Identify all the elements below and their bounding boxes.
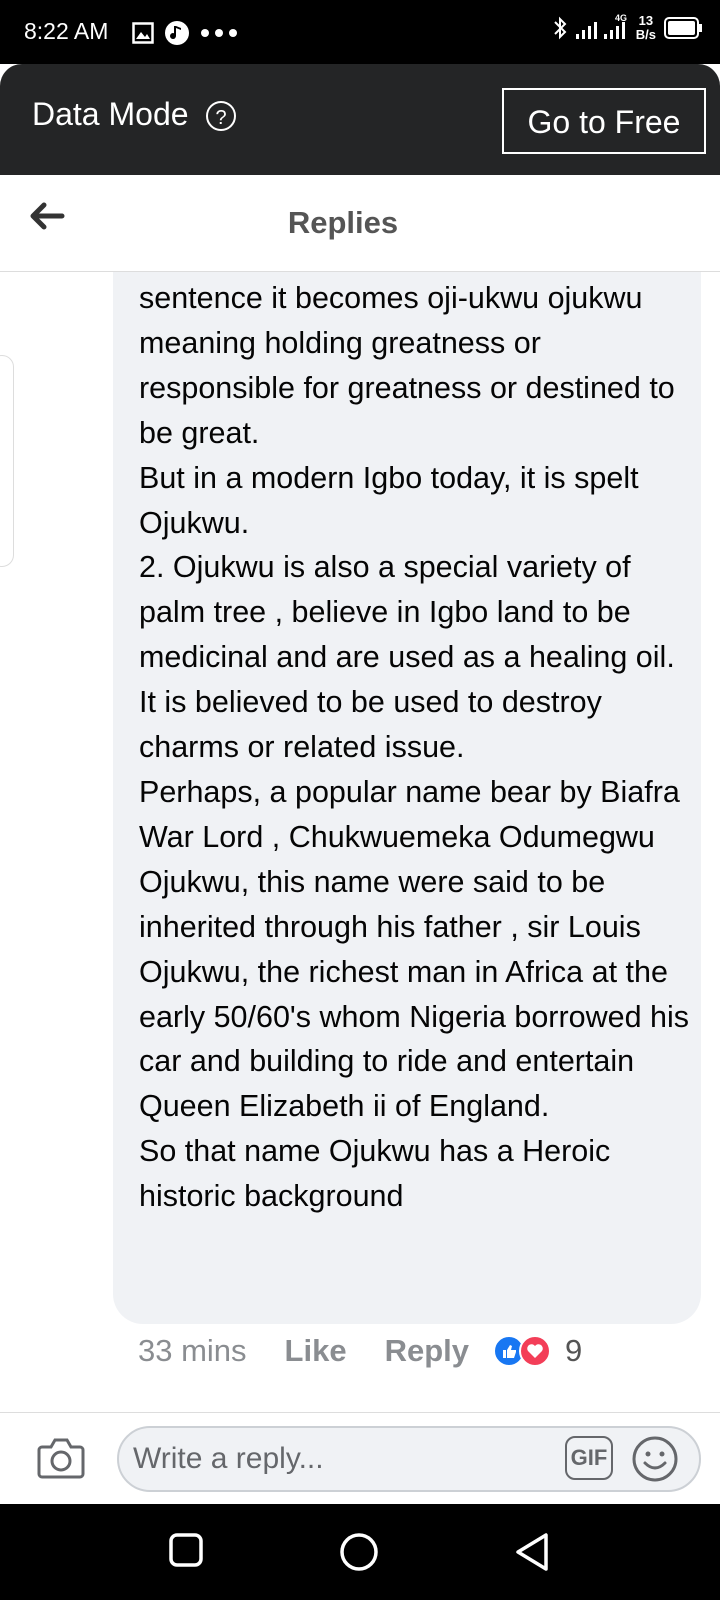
go-to-free-button[interactable]: Go to Free: [502, 88, 706, 154]
camera-icon[interactable]: [36, 1435, 86, 1486]
status-right-icons: 4G 13 B/s: [552, 14, 702, 42]
gallery-icon: [132, 22, 154, 44]
signal-icon: 4G: [575, 14, 627, 39]
reactions-summary[interactable]: [493, 1334, 555, 1368]
speed-unit: B/s: [635, 27, 656, 42]
reply-composer: Write a reply... GIF: [0, 1412, 720, 1505]
status-left-icons: [132, 20, 238, 46]
page-title: Replies: [287, 205, 399, 240]
love-reaction-icon: [519, 1335, 551, 1367]
emoji-icon[interactable]: [631, 1435, 679, 1488]
parent-comment-edge: [0, 355, 14, 567]
replies-content: sentence it becomes oji-ukwu ojukwu mean…: [0, 272, 720, 1412]
reply-input[interactable]: Write a reply... GIF: [117, 1426, 701, 1492]
network-label: 4G: [615, 14, 627, 23]
bluetooth-icon: [554, 16, 567, 40]
help-icon[interactable]: ?: [206, 101, 236, 131]
data-mode-bar: Data Mode ? Go to Free: [0, 64, 720, 175]
data-mode-title: Data Mode: [32, 96, 189, 132]
more-dots-icon: [201, 29, 237, 37]
comment-text: sentence it becomes oji-ukwu ojukwu mean…: [139, 281, 689, 1214]
reply-input-placeholder: Write a reply...: [133, 1442, 324, 1475]
home-button-icon[interactable]: [339, 1532, 379, 1577]
battery-icon: [664, 17, 702, 39]
comment-time[interactable]: 33 mins: [138, 1333, 247, 1369]
reaction-count: 9: [565, 1333, 583, 1368]
status-time: 8:22 AM: [24, 18, 109, 44]
speed-value: 13: [638, 13, 654, 28]
gif-button[interactable]: GIF: [565, 1436, 613, 1480]
comment-actions: 33 mins Like Reply 9: [138, 1333, 582, 1369]
recents-button-icon[interactable]: [168, 1532, 204, 1573]
status-bar: 8:22 AM 4G 13 B/s: [0, 0, 720, 64]
back-button-icon[interactable]: [514, 1532, 550, 1577]
network-speed: 13 B/s: [636, 14, 656, 42]
music-icon: [165, 21, 189, 45]
comment-bubble: sentence it becomes oji-ukwu ojukwu mean…: [113, 272, 701, 1324]
reply-button[interactable]: Reply: [385, 1333, 469, 1369]
replies-header: Replies: [0, 175, 720, 272]
system-nav-bar: [0, 1504, 720, 1600]
like-button[interactable]: Like: [285, 1333, 347, 1369]
